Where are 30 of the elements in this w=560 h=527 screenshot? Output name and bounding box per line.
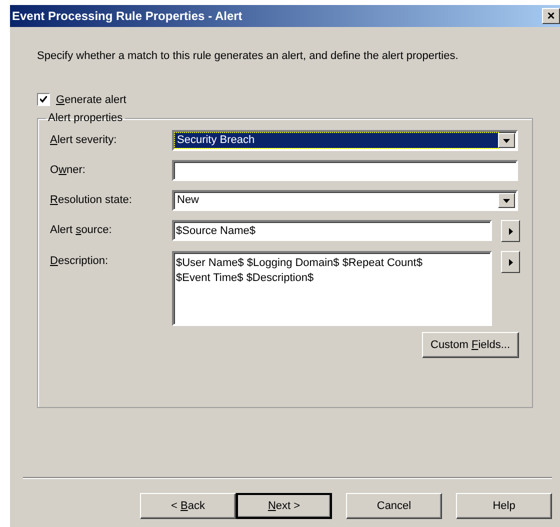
dropdown-arrow-icon (503, 138, 510, 142)
field-label: Owner: (50, 163, 86, 176)
field-label: Alert severity: (50, 133, 118, 146)
dropdown-button[interactable] (498, 193, 515, 208)
close-button[interactable]: × (542, 8, 560, 24)
text-area[interactable]: $User Name$ $Logging Domain$ $Repeat Count$ $Event Time$ $Description$ (172, 251, 492, 326)
custom-fields-button[interactable]: Custom Fields... (422, 332, 519, 358)
wizard-button[interactable]: Cancel (346, 493, 442, 519)
insert-button[interactable] (501, 220, 520, 242)
dropdown-field[interactable]: Security Breach (172, 130, 518, 151)
insert-button[interactable] (501, 251, 520, 273)
right-arrow-icon (508, 258, 512, 266)
dropdown-arrow-icon (503, 198, 510, 202)
dropdown-field[interactable]: New (172, 190, 518, 211)
wizard-button[interactable]: Help (456, 493, 552, 519)
field-label: Alert source: (50, 223, 113, 236)
instruction-text: Specify whether a match to this rule generates an alert, and define the alert properties. (37, 50, 460, 62)
wizard-button[interactable]: < Back (140, 493, 236, 519)
wizard-button[interactable]: Next > (236, 493, 332, 519)
text-field[interactable] (172, 160, 518, 181)
dropdown-button[interactable] (498, 133, 515, 148)
check-icon (40, 96, 47, 103)
field-label: Description: (50, 254, 110, 267)
text-field[interactable]: $Source Name$ (172, 220, 492, 241)
checkbox[interactable] (37, 93, 50, 106)
group-title: Alert properties (47, 112, 124, 124)
window-title: Event Processing Rule Properties - Alert (12, 9, 242, 23)
right-arrow-icon (508, 228, 512, 234)
checkbox-label[interactable]: Generate alert (56, 94, 126, 106)
field-label: Resolution state: (50, 193, 133, 206)
